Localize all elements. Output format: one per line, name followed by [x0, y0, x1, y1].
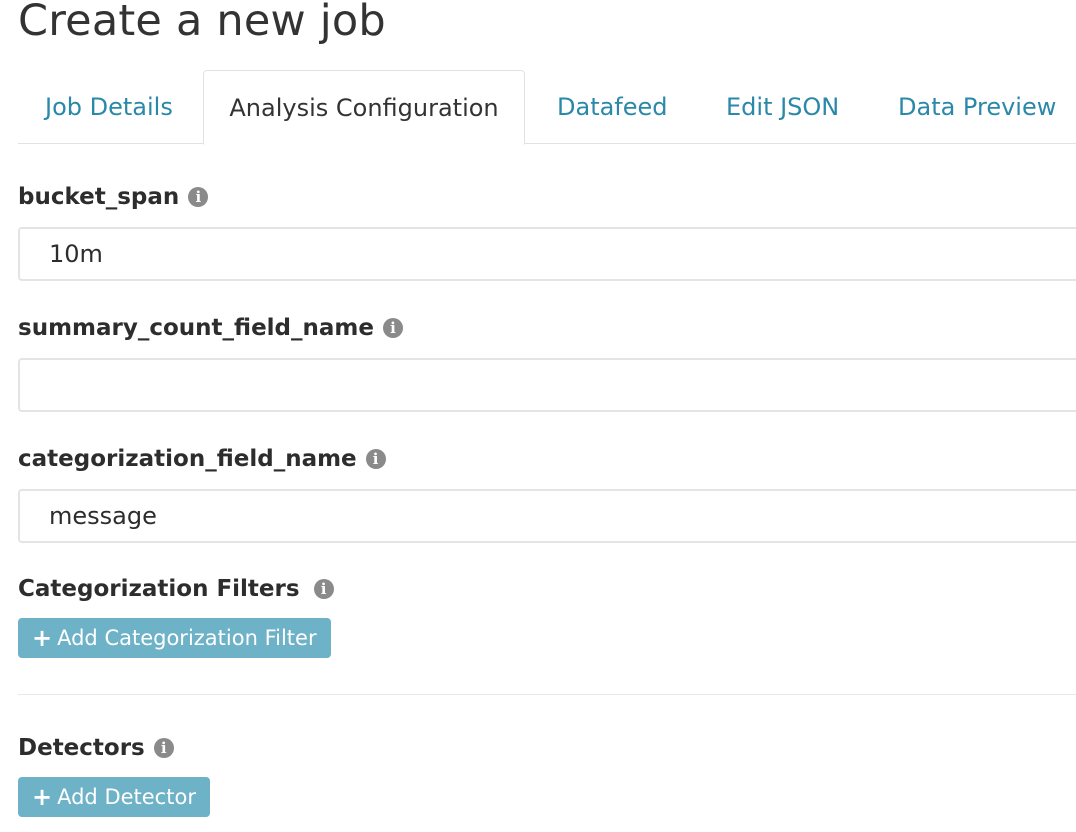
tab-job-details[interactable]: Job Details — [45, 70, 173, 143]
plus-icon: + — [32, 624, 53, 652]
tab-bar: Job Details Analysis Configuration Dataf… — [18, 70, 1076, 145]
categorization-field-name-label-text: categorization_field_name — [18, 446, 357, 472]
bucket-span-label-text: bucket_span — [18, 184, 180, 210]
page-title: Create a new job — [18, 0, 386, 46]
bucket-span-input[interactable] — [18, 227, 1076, 281]
bucket-span-label: bucket_span i — [18, 184, 209, 210]
add-categorization-filter-button[interactable]: + Add Categorization Filter — [18, 618, 331, 658]
summary-count-field-name-label-text: summary_count_field_name — [18, 315, 374, 341]
categorization-filters-label-text: Categorization Filters — [18, 576, 300, 602]
info-icon[interactable]: i — [382, 318, 403, 338]
summary-count-field-name-label: summary_count_field_name i — [18, 315, 403, 341]
plus-icon: + — [32, 783, 53, 811]
add-detector-label: Add Detector — [57, 785, 196, 809]
categorization-filters-label: Categorization Filters i — [18, 576, 334, 602]
add-categorization-filter-label: Add Categorization Filter — [57, 626, 317, 650]
tab-datafeed[interactable]: Datafeed — [557, 70, 668, 143]
tab-edit-json[interactable]: Edit JSON — [726, 70, 839, 143]
tab-bar-underline — [18, 143, 1076, 144]
categorization-field-name-input[interactable] — [18, 489, 1076, 543]
add-detector-button[interactable]: + Add Detector — [18, 777, 210, 817]
section-divider — [18, 694, 1076, 695]
info-icon[interactable]: i — [153, 738, 174, 758]
tab-data-preview[interactable]: Data Preview — [898, 70, 1056, 143]
info-icon[interactable]: i — [188, 187, 209, 207]
detectors-label: Detectors i — [18, 735, 174, 761]
detectors-label-text: Detectors — [18, 735, 145, 761]
tab-analysis-configuration[interactable]: Analysis Configuration — [203, 70, 525, 145]
info-icon[interactable]: i — [365, 449, 386, 469]
summary-count-field-name-input[interactable] — [18, 358, 1076, 412]
info-icon[interactable]: i — [313, 579, 334, 599]
categorization-field-name-label: categorization_field_name i — [18, 446, 386, 472]
